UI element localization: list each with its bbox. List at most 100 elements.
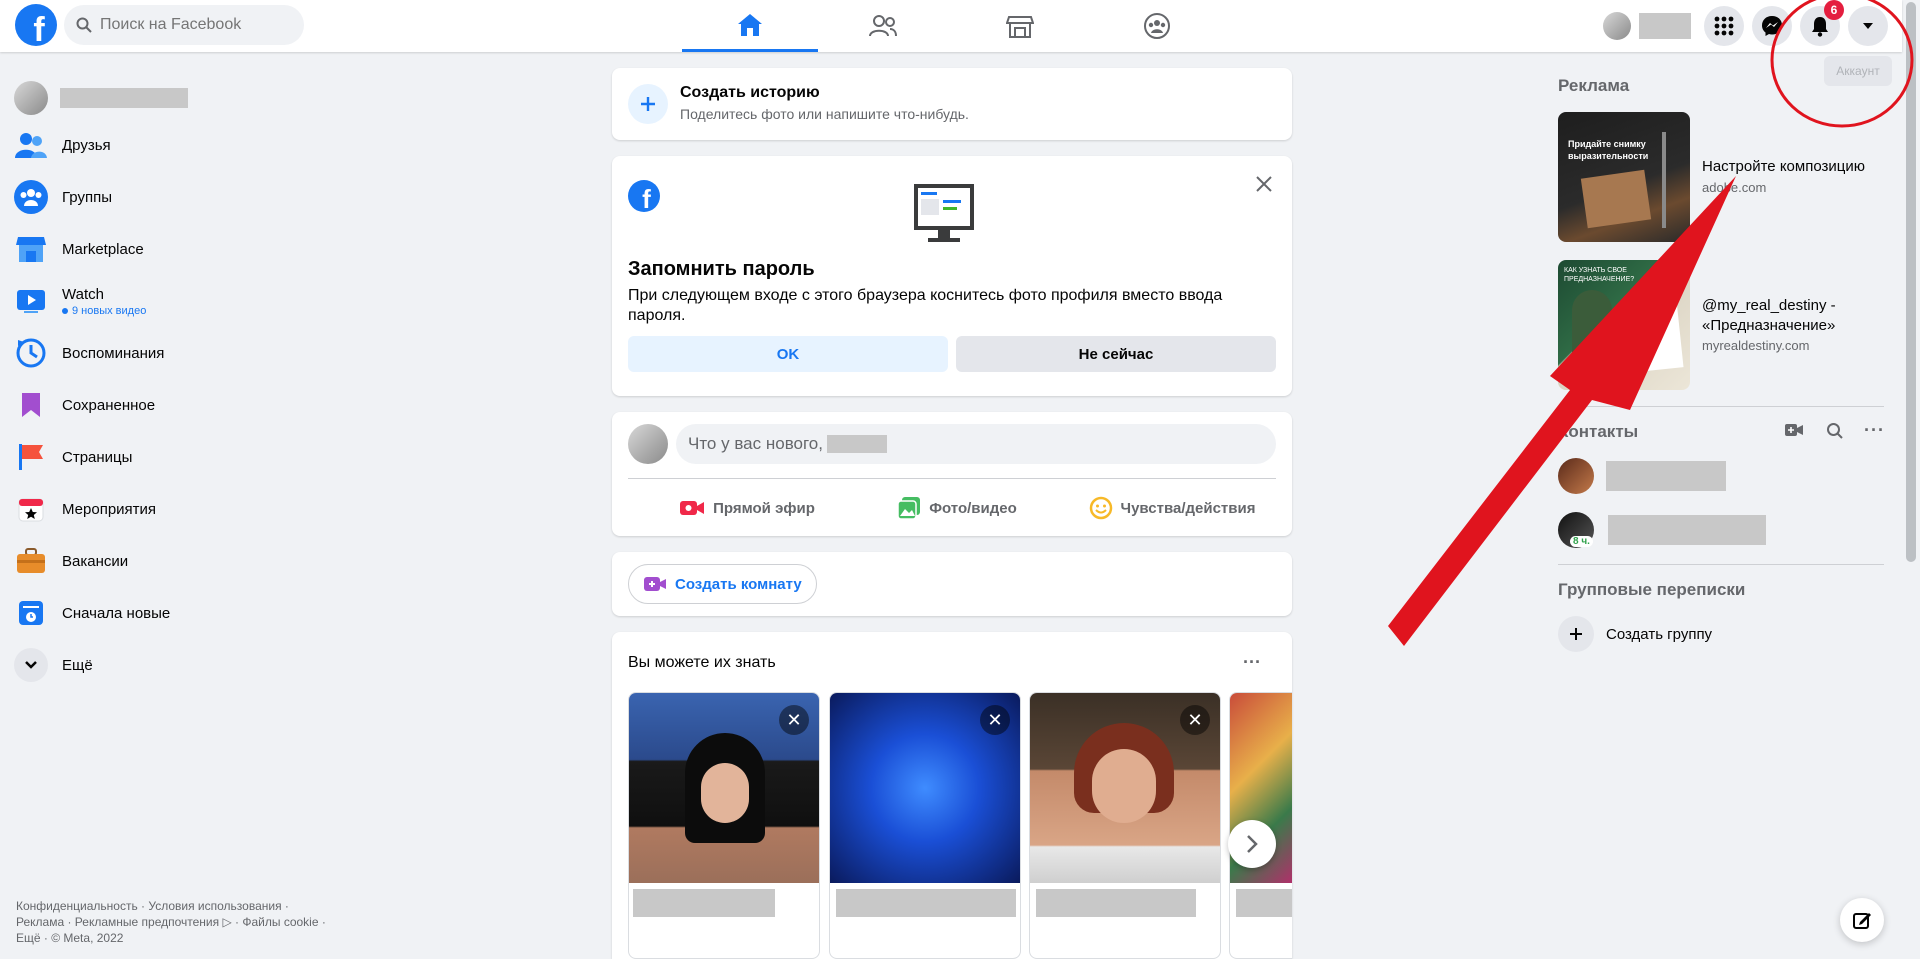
not-now-button[interactable]: Не сейчас xyxy=(956,336,1276,372)
sidebar-profile[interactable] xyxy=(14,74,188,122)
jobs-icon xyxy=(14,544,48,578)
feeling-button[interactable]: Чувства/действия xyxy=(1072,488,1272,528)
sidebar-item-groups[interactable]: Группы xyxy=(14,173,314,221)
messenger-button[interactable] xyxy=(1752,6,1792,46)
photo-icon xyxy=(897,497,921,520)
sidebar-item-label: Мероприятия xyxy=(62,500,157,518)
pages-icon xyxy=(14,440,48,474)
sidebar-item-jobs[interactable]: Вакансии xyxy=(14,537,314,585)
plus-icon xyxy=(1558,616,1594,652)
ad-title[interactable]: @my_real_destiny - «Предназначение» xyxy=(1702,296,1892,336)
more-options-icon[interactable]: ··· xyxy=(1864,420,1885,441)
new-room-icon[interactable] xyxy=(1784,422,1804,443)
footer-line[interactable]: Ещё · © Meta, 2022 xyxy=(16,930,346,946)
marketplace-icon xyxy=(1006,16,1034,38)
live-video-icon xyxy=(680,501,705,515)
profile-shortcut[interactable] xyxy=(1603,8,1691,44)
composer-input[interactable]: Что у вас нового, xyxy=(676,424,1276,464)
sidebar-item-label: Страницы xyxy=(62,448,133,466)
create-room-button[interactable]: Создать комнату xyxy=(628,564,817,604)
sidebar-item-watch[interactable]: Watch 9 новых видео xyxy=(14,277,314,325)
chevron-right-icon xyxy=(1247,835,1258,853)
remember-password-title: Запомнить пароль xyxy=(628,258,815,280)
create-group-button[interactable]: Создать группу xyxy=(1558,614,1712,654)
sidebar-item-events[interactable]: Мероприятия xyxy=(14,485,314,533)
contact-item[interactable] xyxy=(1558,452,1726,500)
pymk-person-card[interactable]: ✕ xyxy=(1029,692,1221,959)
person-name-redacted xyxy=(1236,889,1292,917)
search-icon[interactable] xyxy=(1826,422,1844,445)
ad-image-text: КАК УЗНАТЬ СВОЕ ПРЕДНАЗНАЧЕНИЕ? xyxy=(1564,267,1635,283)
chevron-down-icon xyxy=(14,648,48,682)
search-input[interactable] xyxy=(100,16,290,34)
composer-placeholder: Что у вас нового, xyxy=(688,434,823,453)
footer-line[interactable]: Реклама · Рекламные предпочтения ▷ · Фай… xyxy=(16,914,346,930)
home-icon xyxy=(738,13,762,36)
live-video-button[interactable]: Прямой эфир xyxy=(652,488,842,528)
contact-name-redacted xyxy=(1606,461,1726,491)
ok-button[interactable]: OK xyxy=(628,336,948,372)
scrollbar[interactable] xyxy=(1902,0,1920,959)
compose-icon xyxy=(1853,913,1871,929)
sidebar-item-friends[interactable]: Друзья xyxy=(14,121,314,169)
create-story-subtitle: Поделитесь фото или напишите что-нибудь. xyxy=(680,106,969,122)
menu-button[interactable] xyxy=(1704,6,1744,46)
scrollbar-thumb[interactable] xyxy=(1906,2,1916,562)
create-story-card[interactable]: Создать историю Поделитесь фото или напи… xyxy=(612,68,1292,140)
memories-icon xyxy=(14,336,48,370)
tab-groups[interactable] xyxy=(1089,0,1225,52)
search-box[interactable] xyxy=(64,5,304,45)
sidebar-item-more[interactable]: Ещё xyxy=(14,641,314,689)
tab-home[interactable] xyxy=(682,0,818,52)
contact-item[interactable]: 8 ч. xyxy=(1558,506,1766,554)
watch-new-videos: 9 новых видео xyxy=(62,305,146,317)
avatar xyxy=(14,81,48,115)
more-options-icon[interactable]: ··· xyxy=(1234,644,1270,680)
close-icon[interactable]: ✕ xyxy=(980,705,1010,735)
avatar xyxy=(1603,12,1631,40)
profile-name-redacted xyxy=(1639,13,1691,39)
close-icon[interactable]: ✕ xyxy=(779,705,809,735)
notifications-badge: 6 xyxy=(1824,0,1844,20)
messenger-icon xyxy=(1762,16,1782,36)
profile-name-redacted xyxy=(60,88,188,108)
account-button[interactable] xyxy=(1848,6,1888,46)
remember-password-card: f Запомнить пароль При следующем входе с… xyxy=(612,156,1292,396)
divider xyxy=(1558,564,1884,565)
photo-video-button[interactable]: Фото/видео xyxy=(862,488,1052,528)
sidebar-item-memories[interactable]: Воспоминания xyxy=(14,329,314,377)
footer-links: Конфиденциальность · Условия использован… xyxy=(16,898,346,946)
tab-friends[interactable] xyxy=(815,0,951,52)
sidebar-item-saved[interactable]: Сохраненное xyxy=(14,381,314,429)
close-icon[interactable]: ✕ xyxy=(1180,705,1210,735)
plus-icon xyxy=(628,84,668,124)
facebook-logo-icon[interactable]: f xyxy=(15,4,57,46)
contact-name-redacted xyxy=(1608,515,1766,545)
watch-icon xyxy=(14,284,48,318)
sidebar-item-marketplace[interactable]: Marketplace xyxy=(14,225,314,273)
pymk-title: Вы можете их знать xyxy=(628,654,776,671)
ads-title: Реклама xyxy=(1558,76,1630,95)
group-chats-title: Групповые переписки xyxy=(1558,580,1746,599)
close-icon[interactable] xyxy=(1252,172,1276,196)
person-name-redacted xyxy=(633,889,775,917)
search-icon xyxy=(76,17,92,33)
account-tooltip: Аккаунт xyxy=(1824,56,1892,86)
grid-menu-icon xyxy=(1714,16,1734,36)
notifications-button[interactable]: 6 xyxy=(1800,0,1844,46)
pymk-person-card[interactable]: ✕ xyxy=(829,692,1021,959)
pymk-person-card[interactable]: ✕ xyxy=(628,692,820,959)
ad-image[interactable]: Придайте снимку выразительности xyxy=(1558,112,1690,242)
tab-marketplace[interactable] xyxy=(952,0,1088,52)
footer-line[interactable]: Конфиденциальность · Условия использован… xyxy=(16,898,346,914)
sidebar-item-pages[interactable]: Страницы xyxy=(14,433,314,481)
ad-image[interactable]: КАК УЗНАТЬ СВОЕ ПРЕДНАЗНАЧЕНИЕ? xyxy=(1558,260,1690,390)
annotation-arrow xyxy=(1388,176,1736,646)
carousel-next-button[interactable] xyxy=(1228,820,1276,868)
divider xyxy=(1558,406,1884,407)
new-message-button[interactable] xyxy=(1840,898,1884,942)
facebook-logo-icon: f xyxy=(628,180,660,212)
sidebar-item-most-recent[interactable]: Сначала новые xyxy=(14,589,314,637)
ad-title[interactable]: Настройте композицию xyxy=(1702,158,1865,175)
room-video-icon xyxy=(644,577,666,591)
